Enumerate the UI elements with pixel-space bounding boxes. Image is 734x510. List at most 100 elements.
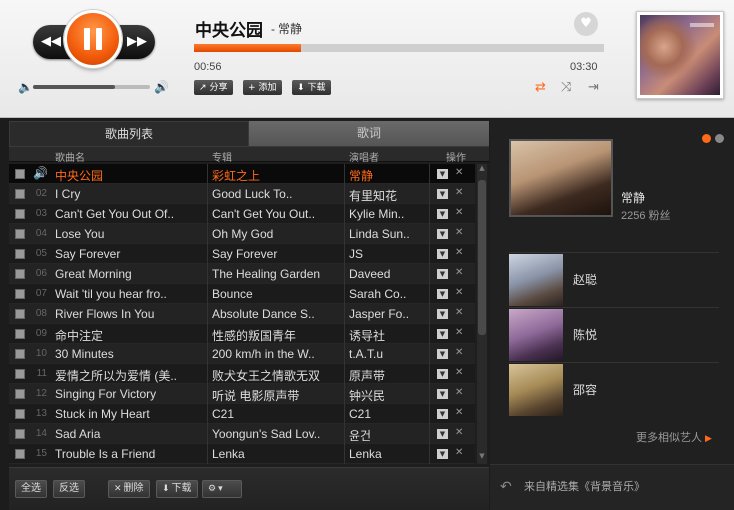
row-remove-icon[interactable]: ✕ <box>455 167 463 178</box>
source-text[interactable]: 来自精选集《背景音乐》 <box>524 478 645 494</box>
row-download-icon[interactable]: ▼ <box>437 329 448 339</box>
row-remove-icon[interactable]: ✕ <box>455 247 463 258</box>
song-title-cell[interactable]: Wait 'til you hear fro.. <box>55 287 203 301</box>
song-title-cell[interactable]: Lose You <box>55 227 203 241</box>
row-download-icon[interactable]: ▼ <box>437 229 448 239</box>
row-download-icon[interactable]: ▼ <box>437 209 448 219</box>
single-mode-icon[interactable]: ⇥ <box>588 80 599 95</box>
song-title-cell[interactable]: Stuck in My Heart <box>55 407 203 421</box>
album-cell[interactable]: 败犬女王之情歌无双 <box>212 367 340 384</box>
artist-cell[interactable]: 钟兴民 <box>349 387 419 404</box>
row-checkbox[interactable] <box>15 229 25 239</box>
row-checkbox[interactable] <box>15 369 25 379</box>
album-cell[interactable]: Oh My God <box>212 227 340 241</box>
similar-artist-item[interactable]: 邵容 <box>509 362 719 416</box>
song-title-cell[interactable]: River Flows In You <box>55 307 203 321</box>
album-cover[interactable] <box>636 11 724 99</box>
row-checkbox[interactable] <box>15 269 25 279</box>
volume-slider[interactable] <box>33 85 150 89</box>
similar-artist-item[interactable]: 陈悦 <box>509 307 719 361</box>
tab-song-list[interactable]: 歌曲列表 <box>9 121 249 146</box>
similar-artist-item[interactable]: 赵聪 <box>509 252 719 306</box>
page-dot[interactable] <box>715 134 724 143</box>
progress-bar[interactable] <box>194 44 604 52</box>
row-remove-icon[interactable]: ✕ <box>455 407 463 418</box>
row-checkbox[interactable] <box>15 309 25 319</box>
row-checkbox[interactable] <box>15 289 25 299</box>
row-checkbox[interactable] <box>15 349 25 359</box>
song-title-cell[interactable]: 爱情之所以为爱情 (美.. <box>55 367 203 384</box>
volume-max-icon[interactable]: 🔊 <box>154 80 169 94</box>
table-row[interactable]: 07 Wait 'til you hear fro.. Bounce Sarah Co… <box>9 284 475 304</box>
artist-cell[interactable]: 有里知花 <box>349 187 419 204</box>
download-button[interactable]: ⬇ 下载 <box>292 80 331 95</box>
more-similar-artists-link[interactable]: 更多相似艺人 ▶ <box>636 429 712 445</box>
song-title-cell[interactable]: Singing For Victory <box>55 387 203 401</box>
scroll-down-icon[interactable]: ▼ <box>478 452 486 464</box>
row-download-icon[interactable]: ▼ <box>437 269 448 279</box>
artist-cell[interactable]: 常静 <box>349 167 419 184</box>
table-row[interactable]: 14 Sad Aria Yoongun's Sad Lov.. 윤건 ▼ ✕ <box>9 424 475 444</box>
row-download-icon[interactable]: ▼ <box>437 409 448 419</box>
table-row[interactable]: 11 爱情之所以为爱情 (美.. 败犬女王之情歌无双 原声带 ▼ ✕ <box>9 364 475 384</box>
song-title-cell[interactable]: Say Forever <box>55 247 203 261</box>
row-checkbox[interactable] <box>15 449 25 459</box>
scrollbar-thumb[interactable] <box>478 180 486 335</box>
artist-cell[interactable]: Linda Sun.. <box>349 227 419 241</box>
row-remove-icon[interactable]: ✕ <box>455 427 463 438</box>
album-cell[interactable]: Bounce <box>212 287 340 301</box>
artist-cell[interactable]: t.A.T.u <box>349 347 419 361</box>
artist-cell[interactable]: 原声带 <box>349 367 419 384</box>
row-remove-icon[interactable]: ✕ <box>455 387 463 398</box>
row-remove-icon[interactable]: ✕ <box>455 447 463 458</box>
album-cell[interactable]: The Healing Garden <box>212 267 340 281</box>
album-cell[interactable]: 200 km/h in the W.. <box>212 347 340 361</box>
row-checkbox[interactable] <box>15 209 25 219</box>
table-row[interactable]: 03 Can't Get You Out Of.. Can't Get You Ou… <box>9 204 475 224</box>
row-download-icon[interactable]: ▼ <box>437 449 448 459</box>
row-remove-icon[interactable]: ✕ <box>455 267 463 278</box>
shuffle-mode-icon[interactable]: ⤨ <box>561 80 571 95</box>
album-cell[interactable]: 听说 电影原声带 <box>212 387 340 404</box>
album-cell[interactable]: Absolute Dance S.. <box>212 307 340 321</box>
table-row[interactable]: 10 30 Minutes 200 km/h in the W.. t.A.T.u ▼ ✕ <box>9 344 475 364</box>
song-title-cell[interactable]: 命中注定 <box>55 327 203 344</box>
artist-cell[interactable]: 诱导社 <box>349 327 419 344</box>
album-cell[interactable]: Good Luck To.. <box>212 187 340 201</box>
row-download-icon[interactable]: ▼ <box>437 389 448 399</box>
batch-download-button[interactable]: ⬇ 下载 <box>156 480 198 498</box>
row-download-icon[interactable]: ▼ <box>437 349 448 359</box>
song-title-cell[interactable]: Great Morning <box>55 267 203 281</box>
row-download-icon[interactable]: ▼ <box>437 189 448 199</box>
song-title-cell[interactable]: Sad Aria <box>55 427 203 441</box>
scroll-up-icon[interactable]: ▲ <box>478 164 486 176</box>
artist-cell[interactable]: Lenka <box>349 447 419 461</box>
row-download-icon[interactable]: ▼ <box>437 169 448 179</box>
table-row[interactable]: 06 Great Morning The Healing Garden Daveed ▼… <box>9 264 475 284</box>
pause-button[interactable] <box>64 10 122 68</box>
artist-cell[interactable]: 윤건 <box>349 427 419 444</box>
back-icon[interactable]: ↶ <box>500 479 512 495</box>
tab-lyrics[interactable]: 歌词 <box>249 121 489 146</box>
row-download-icon[interactable]: ▼ <box>437 309 448 319</box>
table-row[interactable]: 04 Lose You Oh My God Linda Sun.. ▼ ✕ <box>9 224 475 244</box>
previous-track-button[interactable]: ◀◀ <box>37 28 65 56</box>
select-all-button[interactable]: 全选 <box>15 480 47 498</box>
row-remove-icon[interactable]: ✕ <box>455 287 463 298</box>
artist-photo[interactable] <box>509 139 613 217</box>
table-row[interactable]: 02 I Cry Good Luck To.. 有里知花 ▼ ✕ <box>9 184 475 204</box>
row-checkbox[interactable] <box>15 189 25 199</box>
table-row[interactable]: 08 River Flows In You Absolute Dance S.. Ja… <box>9 304 475 324</box>
song-title-cell[interactable]: I Cry <box>55 187 203 201</box>
artist-name-link[interactable]: 常静 <box>278 22 302 36</box>
row-remove-icon[interactable]: ✕ <box>455 187 463 198</box>
artist-name[interactable]: 常静 <box>621 189 645 206</box>
row-checkbox[interactable] <box>15 329 25 339</box>
table-row[interactable]: 12 Singing For Victory 听说 电影原声带 钟兴民 ▼ ✕ <box>9 384 475 404</box>
row-remove-icon[interactable]: ✕ <box>455 347 463 358</box>
table-row[interactable]: 🔊 中央公园 彩虹之上 常静 ▼ ✕ <box>9 164 475 184</box>
row-download-icon[interactable]: ▼ <box>437 429 448 439</box>
row-remove-icon[interactable]: ✕ <box>455 307 463 318</box>
loop-mode-icon[interactable]: ⇄ <box>535 80 546 95</box>
invert-selection-button[interactable]: 反选 <box>53 480 85 498</box>
